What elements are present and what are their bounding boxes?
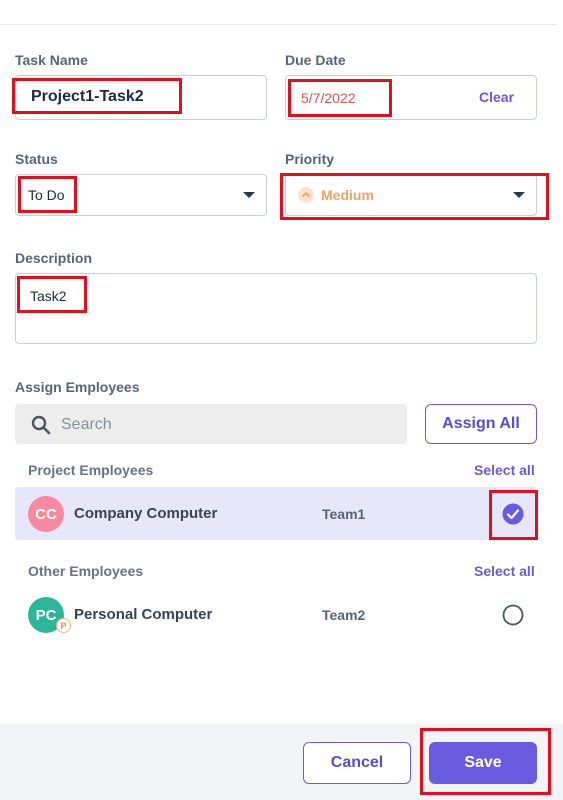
search-input[interactable] [59, 404, 393, 446]
task-name-value: Project1-Task2 [31, 88, 144, 105]
priority-value: Medium [321, 187, 374, 203]
list-item[interactable]: PC P Personal Computer Team2 [15, 588, 537, 641]
cancel-button[interactable]: Cancel [303, 742, 411, 784]
highlight-save [420, 728, 551, 795]
avatar: CC [28, 496, 64, 532]
task-name-label: Task Name [15, 52, 88, 68]
chevron-up-circle-icon [298, 187, 314, 203]
project-select-all-link[interactable]: Select all [474, 462, 535, 478]
personal-badge: P [56, 618, 71, 633]
other-employees-title: Other Employees [28, 563, 144, 579]
list-item[interactable]: CC Company Computer Team1 [15, 487, 537, 540]
priority-label: Priority [285, 151, 335, 167]
assign-employees-label: Assign Employees [15, 379, 140, 395]
due-date-value: 5/7/2022 [301, 90, 356, 106]
status-value: To Do [28, 187, 65, 203]
top-divider [0, 24, 557, 25]
chevron-down-icon [243, 192, 255, 198]
employee-search-box[interactable] [15, 404, 407, 446]
due-date-label: Due Date [285, 52, 346, 68]
status-label: Status [15, 151, 58, 167]
project-employees-title: Project Employees [28, 462, 154, 478]
assign-all-button[interactable]: Assign All [425, 404, 537, 444]
employee-name: Personal Computer [74, 606, 213, 623]
employee-team: Team1 [322, 506, 366, 522]
highlight-checkbox [489, 490, 538, 540]
description-value: Task2 [30, 288, 67, 304]
other-select-all-link[interactable]: Select all [474, 563, 535, 579]
search-icon [31, 415, 51, 435]
description-field[interactable] [15, 273, 537, 344]
employee-name: Company Computer [74, 505, 218, 522]
unchecked-circle-icon[interactable] [502, 604, 524, 626]
clear-date-button[interactable]: Clear [479, 89, 514, 105]
description-label: Description [15, 250, 93, 266]
employee-team: Team2 [322, 607, 366, 623]
chevron-down-icon [513, 192, 525, 198]
